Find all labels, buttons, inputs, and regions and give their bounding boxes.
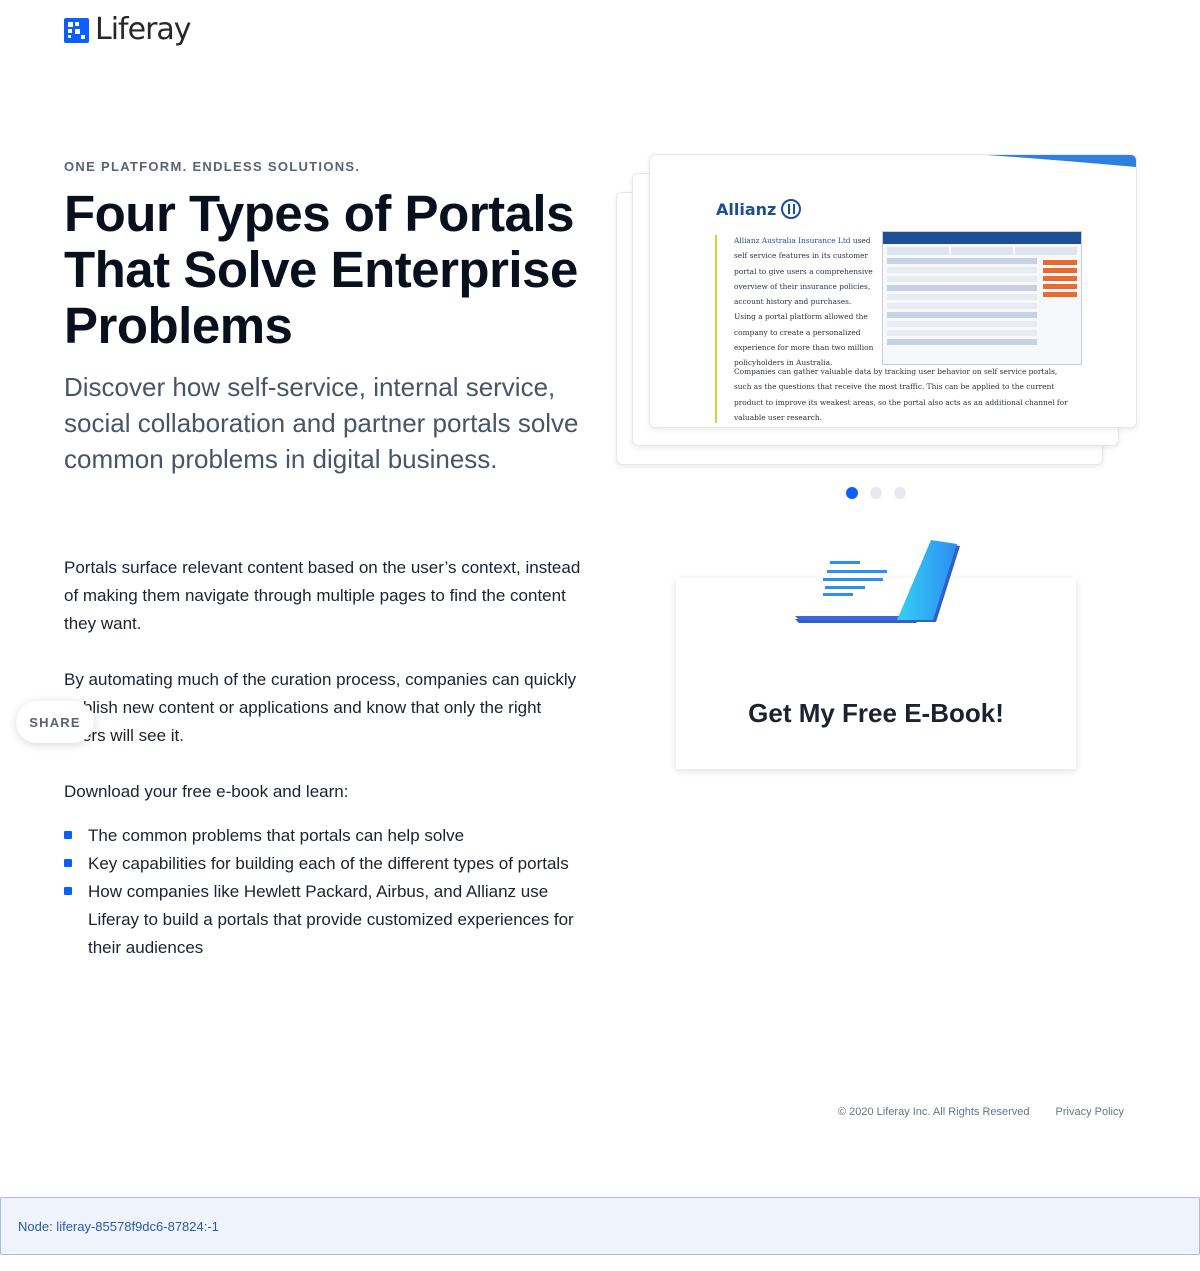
page-title: Four Types of Portals That Solve Enterpr…	[64, 185, 578, 354]
carousel-dot-1[interactable]	[846, 487, 858, 499]
footer-copyright: © 2020 Liferay Inc. All Rights Reserved	[837, 1106, 1030, 1118]
card-wave-decoration	[986, 155, 1136, 167]
allianz-logo-text: Allianz	[716, 199, 777, 219]
carousel-dot-2[interactable]	[870, 487, 882, 499]
node-info-bar: Node: liferay-85578f9dc6-87824:-1	[0, 1197, 1200, 1255]
list-item: The common problems that portals can hel…	[64, 822, 584, 850]
slide-quote: Allianz Australia Insurance Ltd used sel…	[734, 233, 874, 371]
carousel-dots	[846, 487, 906, 499]
hero-eyebrow: ONE PLATFORM. ENDLESS SOLUTIONS.	[64, 159, 361, 174]
portal-screenshot	[882, 231, 1082, 365]
body-paragraph-1: Portals surface relevant content based o…	[64, 558, 581, 633]
hero-subhead: Discover how self-service, internal serv…	[64, 372, 579, 474]
allianz-logo: Allianz	[716, 199, 802, 219]
ebook-cta-label: Get My Free E-Book!	[748, 698, 1004, 728]
list-item: How companies like Hewlett Packard, Airb…	[64, 878, 584, 962]
list-item: Key capabilities for building each of th…	[64, 850, 584, 878]
ebook-icon	[795, 540, 960, 623]
footer: © 2020 Liferay Inc. All Rights Reserved …	[838, 1106, 1124, 1118]
logo-text: Liferay	[95, 12, 192, 47]
node-info-text: Node: liferay-85578f9dc6-87824:-1	[18, 1219, 219, 1234]
slide-quote-body: used self service features in its custom…	[734, 236, 874, 368]
carousel-slide[interactable]: Allianz Allianz Australia Insurance Ltd …	[649, 154, 1137, 428]
liferay-logo[interactable]: Liferay	[64, 12, 192, 47]
slide-body: Companies can gather valuable data by tr…	[734, 367, 1068, 422]
body-paragraph-2: By automating much of the curation proce…	[64, 670, 577, 745]
quote-bar	[715, 235, 717, 423]
liferay-logo-icon	[64, 17, 89, 43]
body-paragraph-3: Download your free e-book and learn:	[64, 782, 349, 801]
allianz-mark-icon	[781, 199, 802, 219]
learn-list: The common problems that portals can hel…	[64, 822, 584, 962]
slide-quote-link: Allianz Australia Insurance Ltd	[734, 236, 851, 245]
carousel-dot-3[interactable]	[894, 487, 906, 499]
privacy-policy-link[interactable]: Privacy Policy	[1056, 1106, 1124, 1118]
share-button[interactable]: SHARE	[16, 701, 94, 743]
